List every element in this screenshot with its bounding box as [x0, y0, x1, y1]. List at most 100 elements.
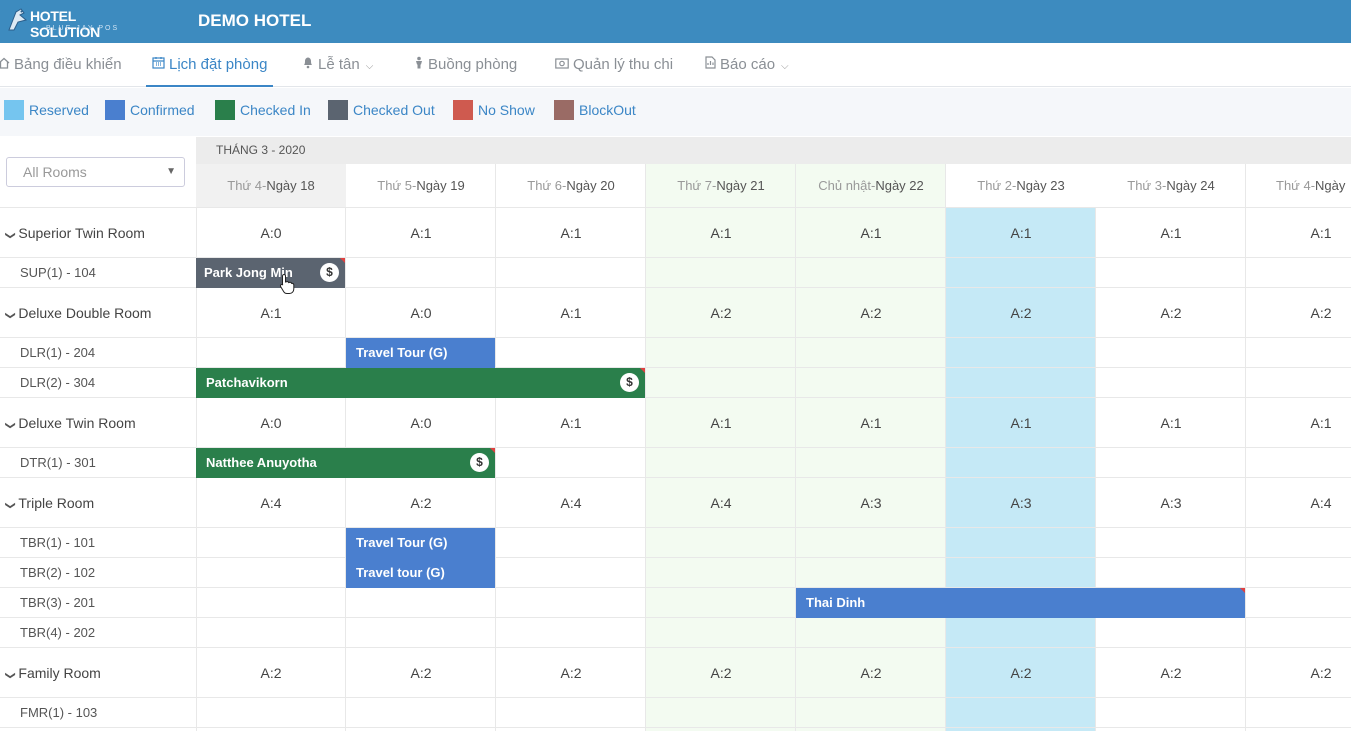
tab-finance[interactable]: Quản lý thu chi — [555, 43, 673, 87]
availability-cell: A:3 — [1010, 495, 1032, 511]
legend-label: Reserved — [29, 102, 89, 118]
availability-cell: A:1 — [860, 415, 882, 431]
legend-label: Checked In — [240, 102, 311, 118]
logo-subtitle: BLUE JAY POS — [46, 25, 120, 32]
availability-cell: A:3 — [860, 495, 882, 511]
room-type-triple[interactable]: ❯ Triple Room — [5, 495, 95, 511]
room-label: DLR(2) - 304 — [20, 375, 96, 390]
availability-cell: A:1 — [1010, 225, 1032, 241]
availability-cell: A:1 — [860, 225, 882, 241]
availability-cell: A:2 — [860, 305, 882, 321]
day-header[interactable]: Thứ 6-Ngày 20 — [496, 164, 646, 208]
day-number: Ngày 18 — [266, 178, 315, 193]
tab-reports-label: Báo cáo — [720, 56, 776, 73]
row-divider — [0, 207, 1351, 208]
booking-guest-name: Natthee Anuyotha — [206, 455, 317, 470]
legend-swatch — [105, 100, 125, 120]
day-header[interactable]: Thứ 3-Ngày 24 — [1096, 164, 1246, 208]
room-type-label: Superior Twin Room — [18, 225, 145, 241]
availability-cell: A:1 — [710, 415, 732, 431]
day-number: Ngày — [1315, 178, 1346, 193]
tab-finance-label: Quản lý thu chi — [573, 56, 674, 73]
room-type-superior-twin[interactable]: ❯ Superior Twin Room — [5, 225, 145, 241]
day-weekday: Thứ 7- — [677, 178, 717, 193]
availability-cell: A:4 — [560, 495, 582, 511]
room-label: TBR(2) - 102 — [20, 565, 96, 580]
booking-guest-name: Travel Tour (G) — [356, 535, 448, 550]
room-type-label: Triple Room — [18, 495, 95, 511]
day-number: Ngày 24 — [1166, 178, 1215, 193]
availability-cell: A:1 — [1310, 225, 1332, 241]
legend-swatch — [4, 100, 24, 120]
availability-cell: A:1 — [1160, 415, 1182, 431]
availability-cell: A:1 — [1160, 225, 1182, 241]
status-legend: Reserved Confirmed Checked In Checked Ou… — [0, 88, 1351, 136]
tab-booking-calendar[interactable]: Lịch đặt phòng — [146, 43, 274, 87]
day-header[interactable]: Thứ 4-Ngày — [1246, 164, 1351, 208]
tab-housekeeping[interactable]: Buồng phòng — [414, 43, 517, 87]
chevron-down-icon: ❯ — [4, 311, 16, 320]
tab-dashboard[interactable]: Bảng điều khiển — [0, 43, 122, 87]
tab-reports[interactable]: Báo cáo ⌵ — [705, 43, 789, 87]
row-divider — [0, 727, 1351, 728]
room-filter-select[interactable]: All Rooms ▼ — [6, 157, 185, 187]
day-weekday: Thứ 4- — [227, 178, 267, 193]
booking-guest-name: Travel tour (G) — [356, 565, 445, 580]
room-type-family[interactable]: ❯ Family Room — [5, 665, 101, 681]
room-type-label: Deluxe Twin Room — [18, 415, 136, 431]
availability-cell: A:2 — [860, 665, 882, 681]
booking-patchavikorn[interactable]: Patchavikorn $ — [196, 368, 645, 398]
room-label: TBR(3) - 201 — [20, 595, 96, 610]
availability-cell: A:4 — [260, 495, 282, 511]
hotel-name: DEMO HOTEL — [198, 11, 312, 30]
day-weekday: Thứ 6- — [527, 178, 567, 193]
day-header[interactable]: Chủ nhật-Ngày 22 — [796, 164, 946, 208]
booking-travel-tour-tbr2[interactable]: Travel tour (G) — [346, 558, 495, 588]
report-icon — [705, 43, 716, 87]
booking-flag — [340, 258, 345, 263]
day-number: Ngày 19 — [416, 178, 465, 193]
legend-swatch — [453, 100, 473, 120]
legend-label: BlockOut — [579, 102, 636, 118]
availability-cell: A:1 — [560, 225, 582, 241]
room-label: SUP(1) - 104 — [20, 265, 96, 280]
day-weekday: Thứ 3- — [1127, 178, 1167, 193]
availability-cell: A:4 — [710, 495, 732, 511]
day-header[interactable]: Thứ 2-Ngày 23 — [946, 164, 1096, 208]
main-nav: Bảng điều khiển Lịch đặt phòng Lễ tân ⌵ B… — [0, 43, 1351, 87]
day-number: Ngày 22 — [875, 178, 924, 193]
day-header[interactable]: Thứ 5-Ngày 19 — [346, 164, 496, 208]
booking-thai-dinh[interactable]: Thai Dinh — [796, 588, 1245, 618]
room-filter-value: All Rooms — [23, 164, 87, 180]
room-type-deluxe-twin[interactable]: ❯ Deluxe Twin Room — [5, 415, 136, 431]
room-type-label: Family Room — [18, 665, 101, 681]
availability-cell: A:2 — [1010, 305, 1032, 321]
availability-cell: A:0 — [410, 415, 432, 431]
bell-icon — [302, 43, 314, 87]
logo-title: HOTEL SOLUTION — [30, 8, 100, 40]
tab-dashboard-label: Bảng điều khiển — [14, 56, 122, 73]
room-label: TBR(4) - 202 — [20, 625, 96, 640]
legend-checked-in: Checked In — [215, 100, 327, 120]
legend-checked-out: Checked Out — [328, 100, 448, 120]
availability-cell: A:2 — [260, 665, 282, 681]
day-header[interactable]: Thứ 7-Ngày 21 — [646, 164, 796, 208]
booking-park-jong-min[interactable]: Park Jong Min $ — [196, 258, 345, 288]
availability-cell: A:0 — [410, 305, 432, 321]
day-header[interactable]: Thứ 4-Ngày 18 — [196, 164, 346, 208]
legend-label: Confirmed — [130, 102, 195, 118]
booking-travel-tour-tbr1[interactable]: Travel Tour (G) — [346, 528, 495, 558]
booking-travel-tour-dlr1[interactable]: Travel Tour (G) — [346, 338, 495, 368]
booking-natthee-anuyotha[interactable]: Natthee Anuyotha $ — [196, 448, 495, 478]
tab-reception[interactable]: Lễ tân ⌵ — [302, 43, 373, 87]
availability-cell: A:2 — [1310, 305, 1332, 321]
tab-booking-calendar-label: Lịch đặt phòng — [169, 56, 268, 73]
legend-swatch — [215, 100, 235, 120]
chevron-down-icon: ⌵ — [781, 61, 789, 72]
availability-cell: A:1 — [410, 225, 432, 241]
room-type-deluxe-double[interactable]: ❯ Deluxe Double Room — [4, 305, 152, 321]
hotel-solution-logo[interactable]: HOTEL SOLUTION BLUE JAY POS — [6, 6, 141, 40]
availability-cell: A:2 — [410, 665, 432, 681]
home-icon — [0, 43, 10, 87]
booking-guest-name: Patchavikorn — [206, 375, 288, 390]
